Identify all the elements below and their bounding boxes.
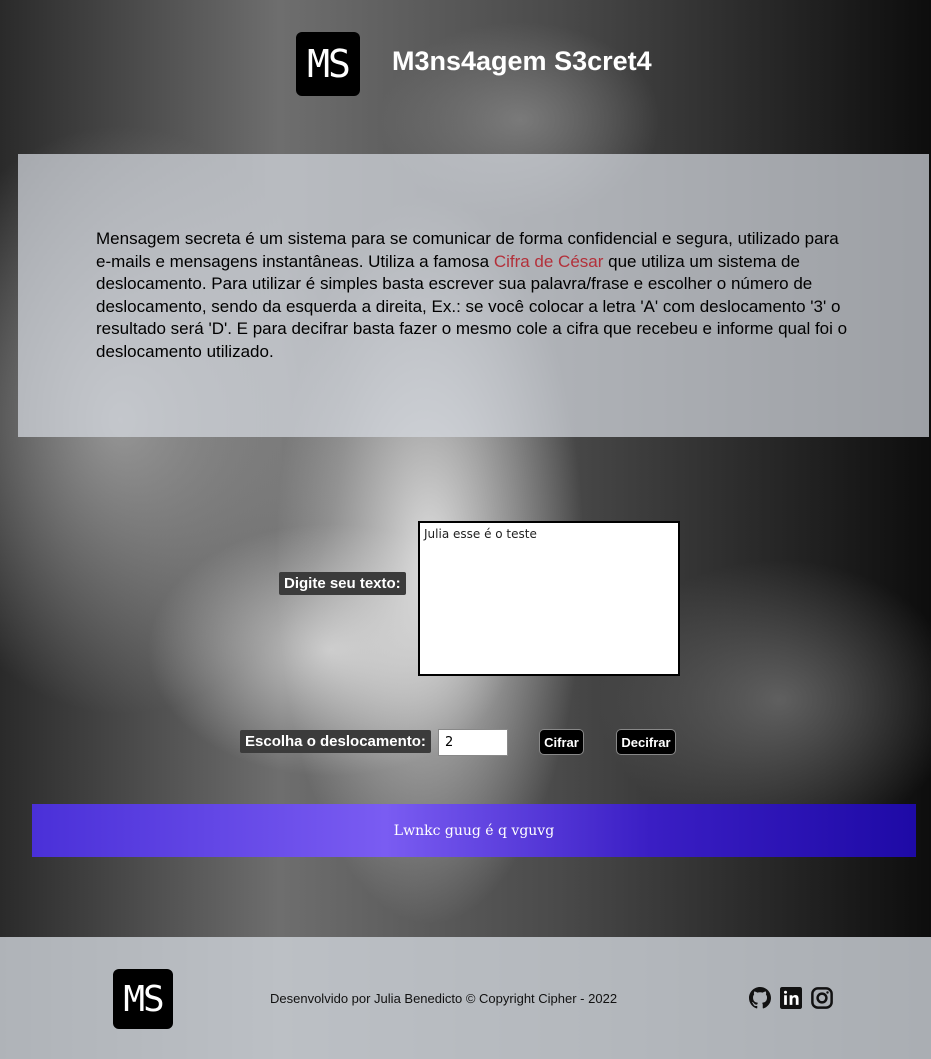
github-icon[interactable]	[749, 987, 771, 1009]
instagram-icon[interactable]	[811, 987, 833, 1009]
result-banner: Lwnkc guug é q vguvg	[32, 804, 916, 857]
intro-panel: Mensagem secreta é um sistema para se co…	[18, 154, 929, 437]
site-footer: MS Desenvolvido por Julia Benedicto © Co…	[0, 937, 931, 1059]
shift-input[interactable]	[438, 729, 508, 756]
intro-text: Mensagem secreta é um sistema para se co…	[96, 228, 856, 363]
footer-logo: MS	[113, 969, 173, 1029]
result-text: Lwnkc guug é q vguvg	[393, 822, 555, 839]
logo: MS	[296, 32, 360, 96]
text-input-label: Digite seu texto:	[279, 572, 406, 595]
site-title: M3ns4agem S3cret4	[392, 46, 652, 76]
copyright-text: Desenvolvido por Julia Benedicto © Copyr…	[270, 991, 618, 1006]
cifrar-button[interactable]: Cifrar	[539, 729, 584, 755]
site-header: MS M3ns4agem S3cret4	[0, 0, 931, 154]
cifra-de-cesar-link[interactable]: Cifra de César	[494, 252, 604, 271]
linkedin-icon[interactable]	[780, 987, 802, 1009]
decifrar-button[interactable]: Decifrar	[616, 729, 676, 755]
shift-label: Escolha o deslocamento:	[240, 730, 431, 753]
message-textarea[interactable]: Julia esse é o teste	[418, 521, 680, 676]
